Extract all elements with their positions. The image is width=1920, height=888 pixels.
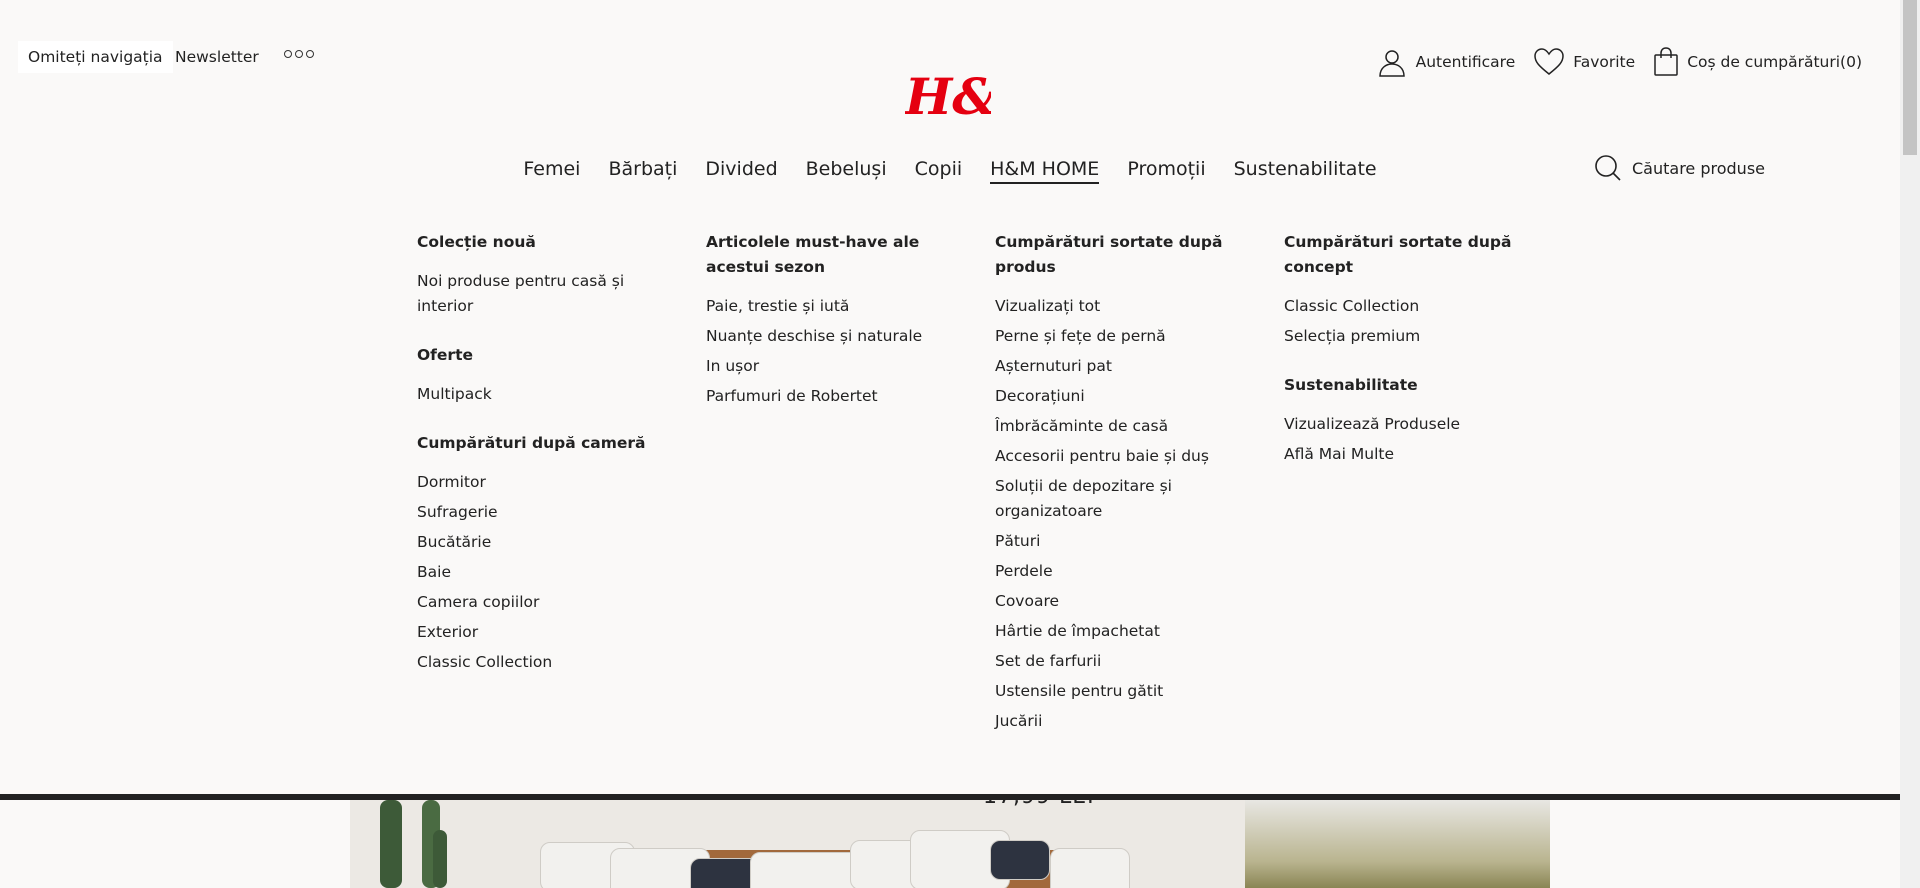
nav-item-5[interactable]: H&M HOME (976, 157, 1113, 184)
nav-item-label: Promoții (1127, 158, 1206, 180)
hm-logo-text: H&M (905, 67, 991, 126)
mega-menu-link[interactable]: Covoare (995, 589, 1254, 614)
mega-menu-link[interactable]: Sufragerie (417, 500, 676, 525)
mega-menu-heading: Cumpărături sortate după concept (1284, 233, 1512, 276)
mega-menu-column: Cumpărături sortate după concept Classic … (1284, 230, 1573, 758)
mega-menu-list: Vizualizați tot Perne și fețe de pernă Așt… (995, 294, 1254, 734)
mega-menu-link[interactable]: Pături (995, 529, 1254, 554)
nav-item-7[interactable]: Sustenabilitate (1220, 157, 1391, 181)
mega-menu-link[interactable]: Camera copiilor (417, 590, 676, 615)
favorites-button[interactable]: Favorite (1533, 47, 1635, 77)
mega-menu-list: Classic Collection Selecția premium (1284, 294, 1543, 349)
mega-menu-link[interactable]: In ușor (706, 354, 965, 379)
mega-menu-column: Colecție nouă Noi produse pentru casă și … (417, 230, 706, 758)
nav-item-6[interactable]: Promoții (1113, 157, 1219, 181)
hero-image-right (1245, 800, 1550, 888)
more-options-icon[interactable] (284, 50, 314, 58)
account-toolbar: Autentificare Favorite Coș de cumpărătur… (1376, 46, 1862, 78)
shopping-bag-icon (1654, 47, 1678, 76)
mega-menu-column: Articolele must-have ale acestui sezon Pa… (706, 230, 995, 758)
mega-menu: Colecție nouă Noi produse pentru casă și … (417, 230, 1597, 758)
page-scrollbar[interactable] (1900, 0, 1920, 888)
mega-menu-list: Multipack (417, 382, 676, 407)
mega-menu-link[interactable]: Decorațiuni (995, 384, 1254, 409)
mega-menu-heading: Oferte (417, 346, 473, 364)
mega-menu-list: Dormitor Sufragerie Bucătărie Baie Camera co… (417, 470, 676, 675)
search-bar[interactable]: Căutare produse (1594, 154, 1765, 182)
nav-item-1[interactable]: Bărbați (594, 157, 691, 181)
user-icon (1378, 50, 1405, 77)
mega-menu-heading: Articolele must-have ale acestui sezon (706, 233, 920, 276)
mega-menu-link[interactable]: Perne și fețe de pernă (995, 324, 1254, 349)
mega-menu-link[interactable]: Perdele (995, 559, 1254, 584)
mega-menu-link[interactable]: Multipack (417, 382, 676, 407)
mega-menu-link[interactable]: Așternuturi pat (995, 354, 1254, 379)
mega-menu-heading: Sustenabilitate (1284, 376, 1418, 394)
hm-logo[interactable]: H&M (903, 66, 1054, 126)
mega-menu-link[interactable]: Exterior (417, 620, 676, 645)
cart-label: Coș de cumpărături(0) (1687, 53, 1862, 71)
mega-menu-link[interactable]: Set de farfurii (995, 649, 1254, 674)
search-icon (1595, 155, 1621, 181)
mega-menu-link[interactable]: Bucătărie (417, 530, 676, 555)
hero-price: 17,99 LEI (983, 800, 1095, 809)
favorites-label: Favorite (1573, 53, 1636, 71)
hero-image-left: 17,99 LEI (350, 800, 1245, 888)
nav-item-label: Copii (914, 158, 963, 180)
mega-menu-link[interactable]: Paie, trestie și iută (706, 294, 965, 319)
mega-menu-link[interactable]: Ustensile pentru gătit (995, 679, 1254, 704)
mega-menu-column: Cumpărături sortate după produs Vizualiza… (995, 230, 1284, 758)
mega-menu-link[interactable]: Selecția premium (1284, 324, 1543, 349)
mega-menu-heading: Cumpărături după cameră (417, 434, 646, 452)
mega-menu-link[interactable]: Jucării (995, 709, 1254, 734)
cart-button[interactable]: Coș de cumpărături(0) (1653, 47, 1862, 77)
mega-menu-link[interactable]: Baie (417, 560, 676, 585)
mega-menu-link[interactable]: Dormitor (417, 470, 676, 495)
mega-menu-link[interactable]: Soluții de depozitare și organizatoare (995, 474, 1254, 524)
nav-item-label: H&M HOME (990, 158, 1100, 184)
nav-item-label: Bebeluși (805, 158, 887, 180)
nav-item-label: Femei (523, 158, 581, 180)
mega-menu-link[interactable]: Află Mai Multe (1284, 442, 1543, 467)
mega-menu-link[interactable]: Classic Collection (417, 650, 676, 675)
heart-icon (1534, 48, 1564, 75)
mega-menu-link[interactable]: Vizualizează Produsele (1284, 412, 1543, 437)
mega-menu-link[interactable]: Hârtie de împachetat (995, 619, 1254, 644)
top-header: Omiteți navigația Newsletter H&M Autenti… (0, 0, 1900, 126)
mega-menu-link[interactable]: Classic Collection (1284, 294, 1543, 319)
mega-menu-heading: Colecție nouă (417, 233, 536, 251)
nav-item-4[interactable]: Copii (901, 157, 977, 181)
mega-menu-link[interactable]: Îmbrăcăminte de casă (995, 414, 1254, 439)
newsletter-link[interactable]: Newsletter (175, 49, 259, 65)
nav-item-label: Bărbați (608, 158, 678, 180)
hero-banner[interactable]: 17,99 LEI (350, 800, 1550, 888)
mega-menu-link[interactable]: Nuanțe deschise și naturale (706, 324, 965, 349)
search-placeholder: Căutare produse (1632, 158, 1765, 178)
mega-menu-link[interactable]: Accesorii pentru baie și duș (995, 444, 1254, 469)
mega-menu-list: Vizualizează Produsele Află Mai Multe (1284, 412, 1543, 467)
nav-item-0[interactable]: Femei (509, 157, 594, 181)
mega-menu-link[interactable]: Parfumuri de Robertet (706, 384, 965, 409)
nav-item-label: Sustenabilitate (1233, 158, 1377, 180)
nav-item-2[interactable]: Divided (691, 157, 791, 181)
mega-menu-list: Paie, trestie și iută Nuanțe deschise și … (706, 294, 965, 409)
nav-item-label: Divided (705, 158, 778, 180)
mega-menu-link[interactable]: Noi produse pentru casă și interior (417, 269, 676, 319)
scrollbar-thumb[interactable] (1903, 0, 1917, 155)
login-label: Autentificare (1415, 53, 1516, 71)
mega-menu-heading: Cumpărături sortate după produs (995, 233, 1223, 276)
mega-menu-list: Noi produse pentru casă și interior (417, 269, 676, 319)
mega-menu-link[interactable]: Vizualizați tot (995, 294, 1254, 319)
login-button[interactable]: Autentificare (1376, 46, 1516, 78)
skip-navigation-link[interactable]: Omiteți navigația (18, 41, 173, 73)
nav-item-3[interactable]: Bebeluși (792, 157, 901, 181)
